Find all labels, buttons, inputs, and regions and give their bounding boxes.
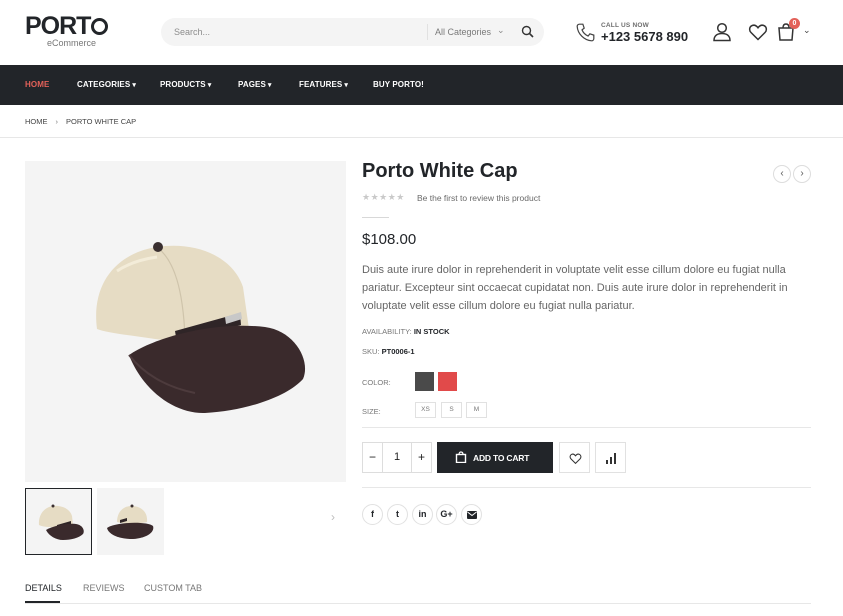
nav-item-home[interactable]: HOME <box>25 80 49 89</box>
nav-item-buy-porto[interactable]: BUY PORTO! <box>373 80 424 89</box>
chevron-down-icon: ▾ <box>207 82 212 89</box>
sku-value: PT0006-1 <box>381 347 415 356</box>
nav-item-label: PRODUCTS <box>160 80 206 89</box>
call-number[interactable]: +123 5678 890 <box>601 29 688 44</box>
googleplus-icon: G+ <box>440 509 453 519</box>
product-main-image[interactable] <box>25 161 346 482</box>
breadcrumb-current: PORTO WHITE CAP <box>66 117 137 126</box>
compare-button[interactable] <box>595 442 626 473</box>
prev-product-button[interactable]: ‹ <box>773 165 791 183</box>
nav-item-categories[interactable]: CATEGORIES ▾ <box>77 80 136 89</box>
logo-text: PORT <box>25 12 91 40</box>
product-price: $108.00 <box>362 231 417 248</box>
linkedin-icon: in <box>418 509 427 519</box>
chevron-left-icon: ‹ <box>780 168 784 179</box>
tab-reviews[interactable]: REVIEWS <box>83 583 125 593</box>
chevron-down-icon: ▾ <box>344 82 348 89</box>
call-label: CALL US NOW <box>601 22 649 29</box>
wishlist-button[interactable] <box>559 442 590 473</box>
chevron-right-icon[interactable]: › <box>331 510 335 524</box>
facebook-share-button[interactable]: f <box>362 504 383 525</box>
chevron-down-icon: ▾ <box>267 82 272 89</box>
twitter-icon: t <box>396 509 399 519</box>
chevron-down-icon: ⌄ <box>497 25 505 35</box>
size-option-xs[interactable]: XS <box>415 402 436 418</box>
color-swatch-red[interactable] <box>438 372 457 391</box>
heart-icon <box>569 453 582 465</box>
chevron-down-icon[interactable]: ⌄ <box>803 25 811 36</box>
tab-custom[interactable]: CUSTOM TAB <box>144 583 202 593</box>
chart-bars-icon <box>606 453 616 464</box>
cap-image <box>96 242 306 414</box>
size-option-m[interactable]: M <box>466 402 487 418</box>
user-icon[interactable] <box>712 22 732 42</box>
mail-icon <box>466 511 477 519</box>
twitter-share-button[interactable]: t <box>387 504 408 525</box>
thumbnail-1[interactable] <box>25 488 92 555</box>
search-icon <box>521 25 534 38</box>
heart-icon[interactable] <box>748 22 768 42</box>
review-link[interactable]: Be the first to review this product <box>417 193 540 203</box>
divider <box>362 487 811 488</box>
tab-details[interactable]: DETAILS <box>25 583 62 593</box>
divider <box>362 217 389 218</box>
divider <box>362 427 811 428</box>
product-description: Duis aute irure dolor in reprehenderit i… <box>362 264 788 312</box>
chevron-right-icon: › <box>800 168 804 179</box>
nav-item-label: HOME <box>25 80 50 89</box>
sku-label: SKU: <box>362 347 380 356</box>
chevron-down-icon: ▾ <box>132 82 136 89</box>
search-category-select[interactable]: All Categories <box>435 27 491 37</box>
search-divider <box>427 24 428 40</box>
logo-o-mark <box>91 18 109 35</box>
nav-item-pages[interactable]: PAGES ▾ <box>238 80 272 89</box>
next-product-button[interactable]: › <box>793 165 811 183</box>
product-title: Porto White Cap <box>362 160 518 182</box>
color-label: COLOR: <box>362 378 391 387</box>
availability: AVAILABILITY: IN STOCK <box>362 327 450 336</box>
chevron-right-icon: › <box>55 117 59 126</box>
cap-thumbnail-image <box>107 504 154 539</box>
color-swatch-dark-gray[interactable] <box>415 372 434 391</box>
search-button[interactable] <box>511 18 544 46</box>
nav-item-features[interactable]: FEATURES ▾ <box>299 80 348 89</box>
sku: SKU: PT0006-1 <box>362 347 415 356</box>
search-bar: Search... All Categories ⌄ <box>161 18 544 46</box>
size-label: SIZE: <box>362 407 381 416</box>
nav-item-label: FEATURES <box>299 80 343 89</box>
cap-thumbnail-image <box>38 504 84 540</box>
linkedin-share-button[interactable]: in <box>412 504 433 525</box>
search-input[interactable]: Search... <box>174 27 210 37</box>
nav-item-products[interactable]: PRODUCTS ▾ <box>160 80 211 89</box>
quantity-input[interactable]: 1 <box>383 443 411 472</box>
nav-item-label: PAGES <box>238 80 266 89</box>
site-header: PORT eCommerce Search... All Categories … <box>0 0 843 65</box>
tabs-divider <box>25 603 811 604</box>
logo-subtitle: eCommerce <box>47 38 97 48</box>
add-to-cart-button[interactable]: ADD TO CART <box>437 442 553 473</box>
divider <box>0 137 843 138</box>
nav-item-label: CATEGORIES <box>77 80 131 89</box>
phone-icon <box>576 23 595 42</box>
availability-value: IN STOCK <box>413 327 450 336</box>
size-option-s[interactable]: S <box>441 402 462 418</box>
availability-label: AVAILABILITY: <box>362 327 412 336</box>
logo[interactable]: PORT eCommerce <box>25 12 109 48</box>
googleplus-share-button[interactable]: G+ <box>436 504 457 525</box>
facebook-icon: f <box>371 509 374 519</box>
thumbnail-2[interactable] <box>97 488 164 555</box>
main-nav: HOME CATEGORIES ▾ PRODUCTS ▾ PAGES ▾ FEATUR… <box>0 65 843 105</box>
bag-icon <box>455 451 467 463</box>
breadcrumb-home[interactable]: HOME <box>25 117 48 126</box>
quantity-decrease-button[interactable]: − <box>363 443 383 472</box>
cart-count-badge: 0 <box>789 18 800 29</box>
add-to-cart-label: ADD TO CART <box>473 453 530 463</box>
email-share-button[interactable] <box>461 504 482 525</box>
quantity-increase-button[interactable]: + <box>411 443 431 472</box>
breadcrumb: HOME › PORTO WHITE CAP <box>25 117 136 126</box>
quantity-stepper: − 1 + <box>362 442 432 473</box>
nav-item-label: BUY PORTO! <box>373 80 424 89</box>
rating-stars: ★★★★★ <box>362 192 405 202</box>
